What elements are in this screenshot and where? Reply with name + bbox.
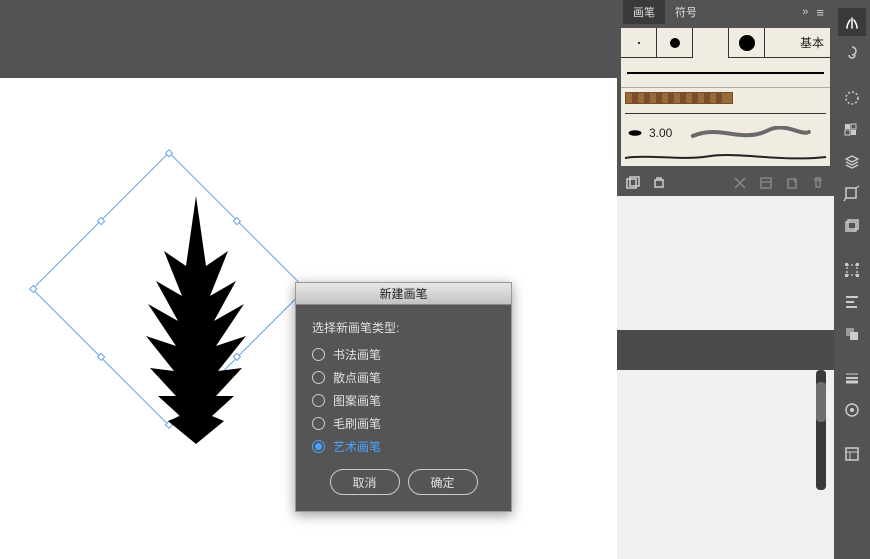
panel-gutter (617, 330, 834, 370)
brush-options-icon[interactable] (758, 175, 774, 191)
radio-pattern[interactable]: 图案画笔 (312, 392, 495, 409)
color-tool-icon[interactable] (838, 84, 866, 112)
brush-thumb-tiny[interactable] (621, 28, 657, 58)
brush-libraries-icon[interactable] (625, 175, 641, 191)
transform-tool-icon[interactable] (838, 256, 866, 284)
resize-handle[interactable] (97, 353, 105, 361)
radio-icon (312, 371, 325, 384)
cancel-button[interactable]: 取消 (330, 469, 400, 495)
radio-label: 毛刷画笔 (333, 415, 381, 432)
brush-stroke-calligraphic[interactable]: 3.00 (621, 118, 830, 148)
brush-wave-preview (678, 126, 824, 140)
dialog-prompt: 选择新画笔类型: (312, 319, 495, 336)
dialog-title[interactable]: 新建画笔 (296, 283, 511, 305)
appearance-tool-icon[interactable] (838, 396, 866, 424)
brush-thumb-blank[interactable] (693, 28, 729, 58)
brush-stroke-pattern[interactable] (621, 88, 830, 118)
resize-handle[interactable] (29, 285, 37, 293)
leaf-artwork[interactable] (136, 196, 256, 446)
scrollbar-track[interactable] (816, 370, 826, 490)
stroke-tool-icon[interactable] (838, 364, 866, 392)
brush-size-value: 3.00 (649, 126, 672, 140)
libraries-panel-icon[interactable] (651, 175, 667, 191)
new-brush-dialog: 新建画笔 选择新画笔类型: 书法画笔 散点画笔 图案画笔 毛刷画笔 艺术画笔 取… (295, 282, 512, 512)
artboards-tool-icon[interactable] (838, 180, 866, 208)
symbols-tool-icon[interactable] (838, 40, 866, 68)
brush-thumb-large[interactable] (729, 28, 765, 58)
collapse-panel-icon[interactable]: » (798, 6, 812, 18)
brush-thumb-medium[interactable] (657, 28, 693, 58)
brushes-panel: 画笔 符号 » ≡ 基本 3.00 (617, 0, 834, 196)
tab-symbols[interactable]: 符号 (665, 0, 707, 24)
scrollbar-thumb[interactable] (816, 382, 826, 422)
radio-scatter[interactable]: 散点画笔 (312, 369, 495, 386)
radio-icon (312, 417, 325, 430)
properties-tool-icon[interactable] (838, 440, 866, 468)
panel-menu-icon[interactable]: ≡ (812, 5, 828, 20)
align-tool-icon[interactable] (838, 288, 866, 316)
pathfinder-tool-icon[interactable] (838, 320, 866, 348)
calligraphic-tip-icon (627, 127, 643, 139)
libraries-tool-icon[interactable] (838, 212, 866, 240)
remove-stroke-icon[interactable] (732, 175, 748, 191)
layers-tool-icon[interactable] (838, 148, 866, 176)
new-brush-icon[interactable] (784, 175, 800, 191)
tab-brushes[interactable]: 画笔 (623, 0, 665, 24)
brush-stroke-charcoal[interactable] (621, 148, 830, 166)
resize-handle[interactable] (165, 149, 173, 157)
radio-art[interactable]: 艺术画笔 (312, 438, 495, 455)
radio-label: 书法画笔 (333, 346, 381, 363)
basic-brushes-label: 基本 (765, 28, 830, 57)
brush-stroke-flat[interactable] (621, 58, 830, 88)
radio-icon (312, 394, 325, 407)
radio-bristle[interactable]: 毛刷画笔 (312, 415, 495, 432)
ok-button[interactable]: 确定 (408, 469, 478, 495)
radio-label: 图案画笔 (333, 392, 381, 409)
radio-label: 散点画笔 (333, 369, 381, 386)
brushes-tool-icon[interactable] (838, 8, 866, 36)
swatches-tool-icon[interactable] (838, 116, 866, 144)
resize-handle[interactable] (97, 217, 105, 225)
radio-icon (312, 440, 325, 453)
delete-brush-icon[interactable] (810, 175, 826, 191)
radio-calligraphy[interactable]: 书法画笔 (312, 346, 495, 363)
right-tool-column (834, 0, 870, 559)
radio-label: 艺术画笔 (333, 438, 381, 455)
radio-icon (312, 348, 325, 361)
